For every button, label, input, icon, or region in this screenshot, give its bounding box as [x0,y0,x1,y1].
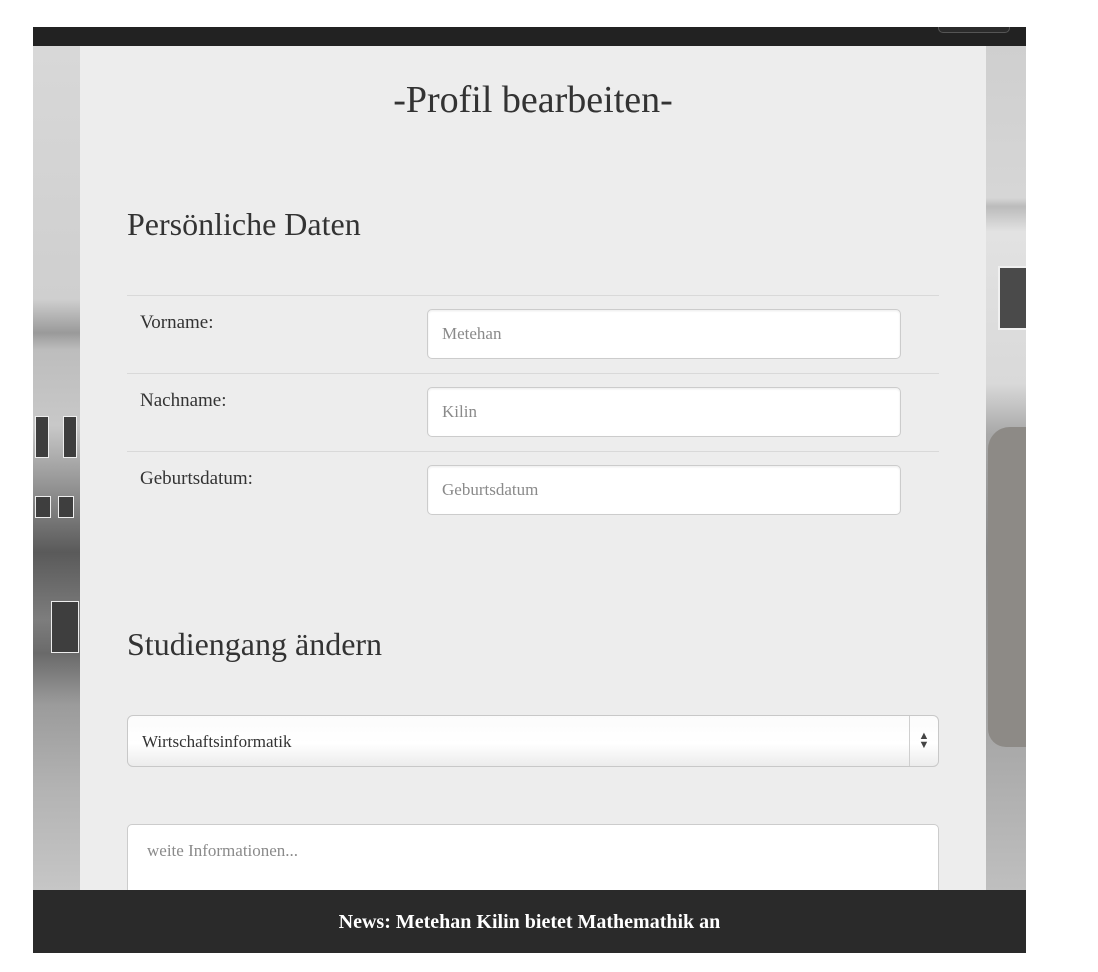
personal-data-form: Vorname: Nachname: Geburtsdatum: [127,295,939,529]
birthdate-label: Geburtsdatum: [140,468,253,489]
birthdate-input[interactable] [427,465,901,515]
study-program-selected-value: Wirtschaftsinformatik [142,732,292,751]
study-program-select[interactable]: Wirtschaftsinformatik ▲ ▼ [127,715,939,767]
news-ticker: News: Metehan Kilin bietet Mathemathik a… [33,890,1026,953]
personal-data-heading: Persönliche Daten [127,206,361,242]
navbar-toggle-button[interactable] [938,27,1010,33]
firstname-input[interactable] [427,309,901,359]
browser-viewport: -Profil bearbeiten- Persönliche Daten Vo… [33,27,1026,953]
updown-arrows-icon: ▲ ▼ [909,716,938,766]
background-photo-left [33,46,80,890]
lastname-label: Nachname: [140,390,227,411]
lastname-input[interactable] [427,387,901,437]
form-row-lastname: Nachname: [127,373,939,451]
firstname-label: Vorname: [140,312,214,333]
form-row-birthdate: Geburtsdatum: [127,451,939,529]
top-navbar [33,27,1026,46]
form-row-firstname: Vorname: [127,295,939,373]
news-text: News: Metehan Kilin bietet Mathemathik a… [338,911,721,933]
study-program-heading: Studiengang ändern [127,626,383,662]
page-title: -Profil bearbeiten- [393,79,673,121]
background-sculpture [988,427,1026,747]
edit-profile-panel: -Profil bearbeiten- Persönliche Daten Vo… [80,46,986,904]
